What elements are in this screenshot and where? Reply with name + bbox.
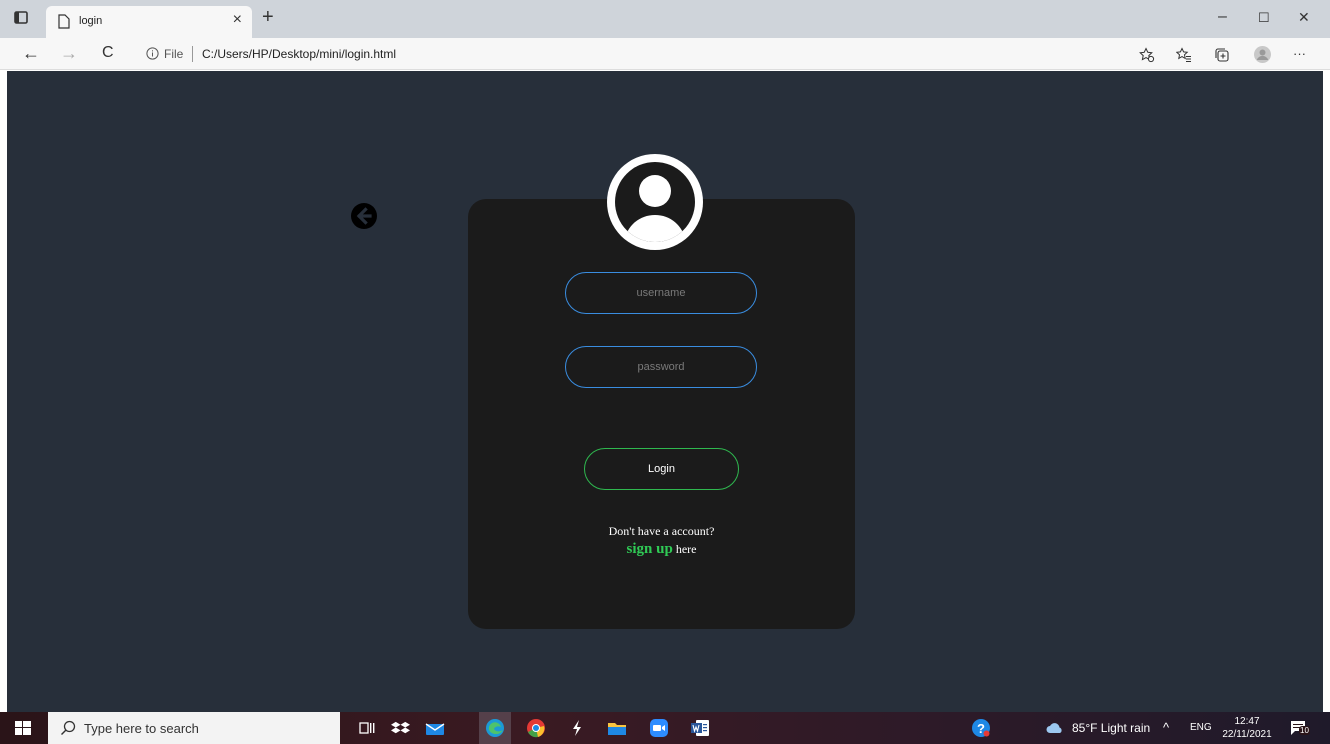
tab-actions-icon[interactable] (14, 11, 28, 24)
forward-button[interactable]: → (60, 43, 78, 64)
back-button[interactable]: ← (22, 43, 40, 64)
show-hidden-icons-chevron-icon[interactable]: ^ (1163, 720, 1169, 735)
username-input[interactable] (565, 272, 757, 314)
dropbox-icon[interactable] (391, 718, 411, 738)
favorites-icon[interactable] (1176, 47, 1192, 63)
help-icon[interactable]: ? (971, 718, 991, 738)
password-input[interactable] (565, 346, 757, 388)
file-explorer-icon[interactable] (607, 718, 627, 738)
windows-start-icon[interactable] (15, 721, 31, 735)
task-view-icon[interactable] (357, 718, 377, 738)
signup-link[interactable]: sign up (627, 541, 673, 557)
clock-date: 22/11/2021 (1222, 729, 1272, 740)
word-icon[interactable] (690, 718, 710, 738)
language-indicator[interactable]: ENG (1190, 722, 1212, 733)
no-account-text: Don't have a account? (608, 524, 715, 538)
weather-text[interactable]: 85°F Light rain (1072, 721, 1150, 735)
page-content: Login Don't have a account? sign up here (7, 71, 1323, 712)
add-favorite-icon[interactable] (1139, 47, 1155, 63)
url-field[interactable]: C:/Users/HP/Desktop/mini/login.html (202, 47, 396, 61)
edge-icon[interactable] (485, 718, 505, 738)
login-button[interactable]: Login (584, 448, 739, 490)
file-label: File (164, 47, 184, 61)
taskbar: Type here to search ? 85°F Light rain ^ … (0, 712, 1330, 744)
signup-prompt: Don't have a account? sign up here (468, 524, 855, 558)
signup-suffix: here (672, 542, 697, 556)
maximize-button[interactable]: ☐ (1258, 10, 1270, 26)
login-card: Login Don't have a account? sign up here (468, 199, 855, 629)
tab-title: login (79, 15, 103, 27)
zoom-icon[interactable] (649, 718, 669, 738)
profile-avatar-icon[interactable] (1254, 46, 1271, 63)
bolt-app-icon[interactable] (567, 718, 587, 738)
new-tab-button[interactable]: + (262, 6, 274, 29)
signup-line: sign up here (468, 541, 855, 558)
close-window-button[interactable]: ✕ (1298, 9, 1310, 26)
clock[interactable]: 12:47 22/11/2021 (1222, 715, 1272, 741)
taskbar-search[interactable]: Type here to search (48, 712, 340, 744)
address-bar: ← → C File C:/Users/HP/Desktop/mini/logi… (0, 38, 1330, 70)
page-icon (58, 14, 70, 29)
browser-tab[interactable]: login × (46, 6, 252, 38)
user-avatar-icon (607, 154, 703, 250)
chrome-icon[interactable] (526, 718, 546, 738)
divider (192, 46, 193, 62)
notification-count: 10 (1299, 726, 1310, 735)
clock-time: 12:47 (1234, 716, 1260, 727)
tab-bar: login × + – ☐ ✕ (0, 0, 1330, 38)
collections-icon[interactable] (1214, 47, 1230, 63)
weather-cloud-icon[interactable] (1046, 721, 1064, 735)
refresh-button[interactable]: C (102, 44, 114, 62)
mail-icon[interactable] (425, 718, 445, 738)
tab-close-button[interactable]: × (233, 11, 242, 29)
minimize-button[interactable]: – (1218, 8, 1227, 26)
info-icon[interactable] (146, 47, 159, 60)
search-placeholder: Type here to search (84, 721, 199, 736)
more-options-button[interactable]: ··· (1293, 46, 1306, 61)
back-arrow-icon[interactable] (350, 202, 378, 230)
search-icon (61, 720, 76, 735)
